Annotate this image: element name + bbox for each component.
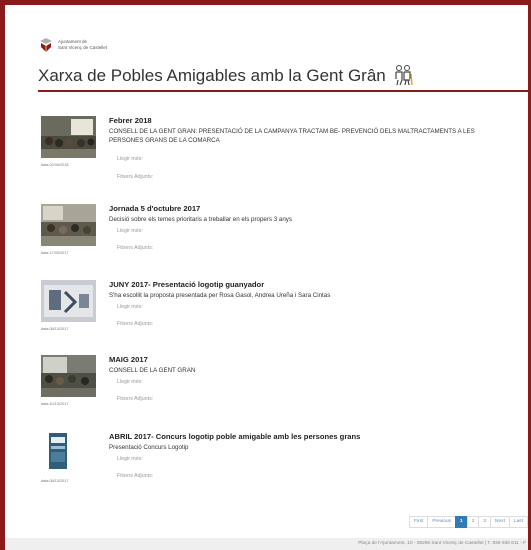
attachments-label: Fitxers Adjunts: bbox=[117, 395, 154, 402]
frame-top-border bbox=[0, 0, 531, 5]
item-title[interactable]: ABRIL 2017- Concurs logotip poble amigab… bbox=[109, 432, 509, 442]
item-body: Jornada 5 d'octubre 2017 Decisió sobre e… bbox=[109, 204, 509, 252]
elderly-people-icon bbox=[395, 65, 414, 86]
logo-text: Ajuntament de Sant Vicenç de Castellet bbox=[58, 39, 107, 50]
pagination: First Previous 1 2 3 Next Last bbox=[409, 516, 528, 528]
item-title[interactable]: Jornada 5 d'octubre 2017 bbox=[109, 204, 509, 214]
read-more-link[interactable]: Llegir més: bbox=[117, 456, 509, 463]
page-previous-button[interactable]: Previous bbox=[427, 516, 457, 528]
item-date: data:08/13/2017 bbox=[41, 479, 69, 483]
site-header: Ajuntament de Sant Vicenç de Castellet bbox=[38, 36, 107, 53]
item-date: data:02/06/2018 bbox=[41, 163, 69, 167]
item-thumbnail[interactable] bbox=[41, 116, 96, 158]
page-title-row: Xarxa de Pobles Amigables amb la Gent Gr… bbox=[38, 64, 414, 86]
news-item: data:08/13/2017 JUNY 2017- Presentació l… bbox=[41, 280, 511, 342]
item-body: MAIG 2017 CONSELL DE LA GENT GRAN Llegir… bbox=[109, 355, 509, 403]
news-item: data:02/06/2018 Febrer 2018 CONSELL DE L… bbox=[41, 116, 511, 191]
attachments-label: Fitxers Adjunts: bbox=[117, 320, 154, 327]
news-item: data:17/05/2017 Jornada 5 d'octubre 2017… bbox=[41, 204, 511, 266]
item-description: S'ha escollit la proposta presentada per… bbox=[109, 292, 331, 299]
item-title[interactable]: MAIG 2017 bbox=[109, 355, 509, 365]
page-last-button[interactable]: Last bbox=[508, 516, 528, 528]
coat-of-arms-icon bbox=[40, 38, 52, 52]
attachments-label: Fitxers Adjunts: bbox=[117, 472, 154, 479]
item-description: Presentació Concurs Logotip bbox=[109, 444, 189, 451]
item-thumbnail[interactable] bbox=[41, 432, 96, 474]
attachments-label: Fitxers Adjunts: bbox=[117, 174, 154, 180]
news-item: data:08/13/2017 ABRIL 2017- Concurs logo… bbox=[41, 432, 511, 494]
ajuntament-logo[interactable]: Ajuntament de Sant Vicenç de Castellet bbox=[38, 36, 107, 53]
attachments-label: Fitxers Adjunts: bbox=[117, 244, 154, 251]
item-title[interactable]: Febrer 2018 bbox=[109, 116, 509, 126]
item-date: data:08/13/2017 bbox=[41, 327, 69, 331]
frame-left-border bbox=[0, 0, 5, 550]
item-date: data:17/05/2017 bbox=[41, 251, 69, 255]
page-first-button[interactable]: First bbox=[409, 516, 429, 528]
item-thumbnail[interactable] bbox=[41, 355, 96, 397]
site-footer: Plaça de l'Ajuntament, 10 - 08295 Sant V… bbox=[5, 538, 528, 550]
page-next-button[interactable]: Next bbox=[490, 516, 510, 528]
item-thumbnail[interactable] bbox=[41, 204, 96, 246]
item-description: CONSELL DE LA GENT GRAN bbox=[109, 367, 196, 374]
footer-address: Plaça de l'Ajuntament, 10 - 08295 Sant V… bbox=[358, 541, 526, 546]
item-title[interactable]: JUNY 2017- Presentació logotip guanyador bbox=[109, 280, 509, 290]
item-description: Decisió sobre els temes prioritaris a tr… bbox=[109, 216, 292, 223]
logo-line-2: Sant Vicenç de Castellet bbox=[58, 44, 107, 50]
read-more-link[interactable]: Llegir més: bbox=[117, 379, 509, 386]
news-item: data:10/13/2017 MAIG 2017 CONSELL DE LA … bbox=[41, 355, 511, 417]
item-date: data:10/13/2017 bbox=[41, 402, 69, 406]
read-more-link[interactable]: Llegir més: bbox=[117, 304, 509, 311]
item-body: ABRIL 2017- Concurs logotip poble amigab… bbox=[109, 432, 509, 480]
item-body: Febrer 2018 CONSELL DE LA GENT GRAN: PRE… bbox=[109, 116, 509, 181]
read-more-link[interactable]: Llegir més: bbox=[117, 156, 509, 163]
read-more-link[interactable]: Llegir més: bbox=[117, 228, 509, 235]
title-divider bbox=[38, 90, 531, 92]
item-thumbnail[interactable] bbox=[41, 280, 96, 322]
page-title: Xarxa de Pobles Amigables amb la Gent Gr… bbox=[38, 66, 386, 85]
item-body: JUNY 2017- Presentació logotip guanyador… bbox=[109, 280, 509, 328]
item-description: CONSELL DE LA GENT GRAN: PRESENTACIÓ DE … bbox=[109, 128, 475, 144]
